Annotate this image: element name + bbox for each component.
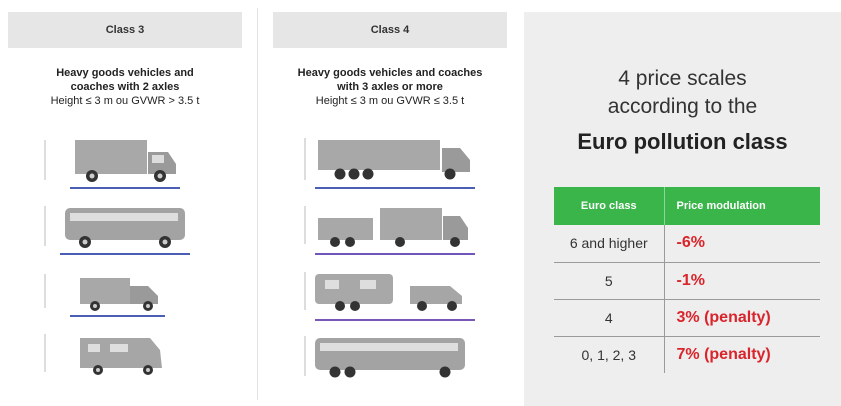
table-row: 6 and higher -6% [554,225,820,263]
van-with-caravan-icon [300,266,480,324]
pricing-table-header-row: Euro class Price modulation [554,187,820,225]
euro-class-cell: 0, 1, 2, 3 [554,336,665,373]
euro-class-cell: 4 [554,299,665,337]
price-modulation-column-header: Price modulation [664,187,820,225]
table-row: 0, 1, 2, 3 7% (penalty) [554,336,820,373]
table-row: 5 -1% [554,262,820,300]
column-divider [257,8,258,400]
pricing-table: Euro class Price modulation 6 and higher… [554,187,820,373]
class4-vehicles [300,130,480,394]
truck-with-trailer-icon [300,200,480,258]
motorhome-icon [40,328,220,382]
price-modulation-cell: 7% (penalty) [676,345,771,363]
headline-line-2: according to the [607,95,758,118]
class3-column: Class 3 Heavy goods vehicles and coaches… [0,0,250,406]
class4-header: Class 4 [273,12,507,48]
class4-subtitle: Height ≤ 3 m ou GVWR ≤ 3.5 t [315,95,465,107]
pricing-panel: 4 price scales according to the Euro pol… [524,12,841,406]
table-row: 4 3% (penalty) [554,299,820,337]
euro-class-column-header: Euro class [554,187,665,225]
class4-column: Class 4 Heavy goods vehicles and coaches… [265,0,515,406]
class3-title: Heavy goods vehicles and coaches with 2 … [56,67,194,93]
coach-2-axles-icon [40,200,220,258]
class4-title: Heavy goods vehicles and coaches with 3 … [297,67,483,93]
coach-3-axles-icon [300,332,480,386]
euro-class-cell: 6 and higher [554,225,665,263]
price-modulation-cell: 3% (penalty) [664,299,820,337]
price-modulation-cell: -1% [664,262,820,300]
class4-description: Heavy goods vehicles and coaches with 3 … [265,66,515,108]
pickup-van-icon [40,266,220,320]
articulated-truck-icon [300,130,480,192]
class3-description: Heavy goods vehicles and coaches with 2 … [0,66,250,108]
headline-line-1: 4 price scales [618,67,747,90]
price-modulation-cell: -6% [664,225,820,263]
class3-subtitle: Height ≤ 3 m ou GVWR > 3.5 t [50,95,200,107]
class3-header: Class 3 [8,12,242,48]
euro-class-cell: 5 [554,262,665,300]
class3-vehicles [40,130,220,390]
headline-line-3: Euro pollution class [577,129,788,154]
truck-2-axles-icon [40,130,220,192]
